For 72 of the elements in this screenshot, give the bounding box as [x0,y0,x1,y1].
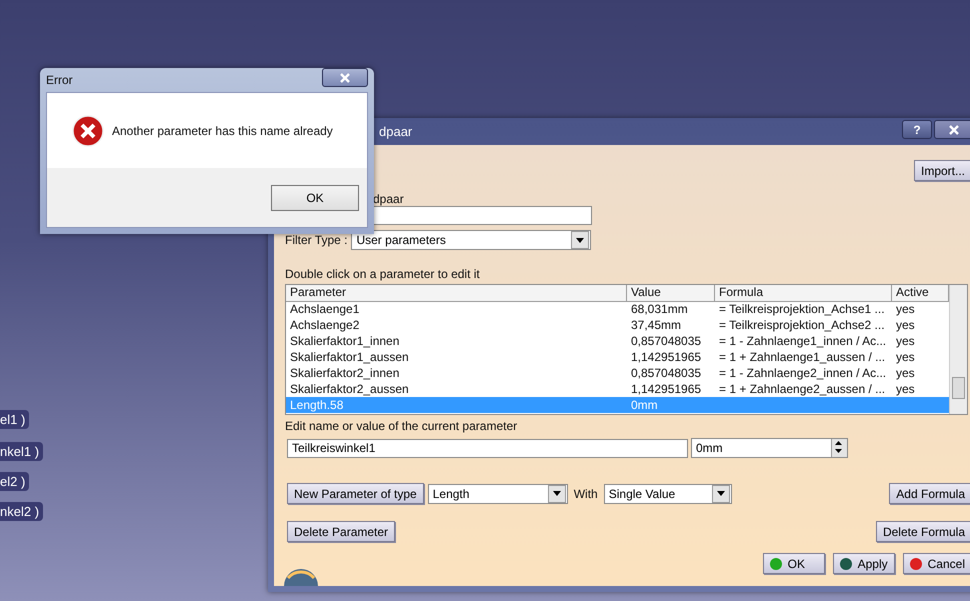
dialog-button[interactable]: OK [762,553,825,574]
table-cell-text: 37,45mm [630,317,682,333]
table-cell-text: yes [895,365,916,381]
canvas-label: nkel2 ) [0,502,44,521]
canvas-label: nkel1 ) [0,442,44,461]
error-message: Another parameter has this name already [112,124,333,138]
table-cell-text: = 1 + Zahnlaenge2_aussen / ... [718,381,886,397]
column-header[interactable]: Formula [715,285,892,302]
table-cell-text: yes [895,349,916,365]
table-row[interactable]: Skalierfaktor1_aussen 1,142951965 = 1 + Zahnlaenge1_aussen / ... yes [286,349,949,365]
table-cell-text: 68,031mm [630,301,689,317]
table-cell-text: Skalierfaktor2_innen [289,365,400,381]
table-cell-text: Length.58 [289,397,344,413]
edit-label: Edit name or value of the current parameter [285,419,518,433]
table-row[interactable]: Achslaenge2 37,45mm = Teilkreisprojektion_Achse2 ... yes [286,317,949,333]
table-cell-text: 1,142951965 [630,349,702,365]
table-cell-text: = 1 - Zahnlaenge2_innen / Ac... [718,365,888,381]
type-dropdown[interactable]: Length [428,484,568,504]
table-cell-text: yes [895,317,916,333]
value-type-dropdown[interactable]: Single Value [604,484,732,504]
table-cell-text: 0,857048035 [630,333,702,349]
dialog-button[interactable]: Cancel [902,553,970,574]
column-header[interactable]: Active [892,285,949,302]
import-button[interactable]: Import... [914,160,970,181]
close-icon [340,72,350,82]
parameter-name-field[interactable]: Teilkreiswinkel1 [287,438,688,458]
column-header[interactable]: Value [627,285,715,302]
canvas-label: el2 ) [0,472,30,491]
caret-icon [552,491,561,496]
window-title: dpaar [379,124,412,139]
table-row[interactable]: Skalierfaktor1_innen 0,857048035 = 1 - Zahnlaenge1_innen / Ac... yes [286,333,949,349]
caret-icon [716,491,725,496]
table-cell-text: Achslaenge1 [289,301,360,317]
new-parameter-button[interactable]: New Parameter of type [287,483,424,504]
close-button[interactable] [934,120,970,139]
table-cell-text: Skalierfaktor2_aussen [289,381,410,397]
table-row[interactable]: Skalierfaktor2_innen 0,857048035 = 1 - Zahnlaenge2_innen / Ac... yes [286,365,949,381]
table-cell-text: = 1 - Zahnlaenge1_innen / Ac... [718,333,888,349]
table-cell-text: = Teilkreisprojektion_Achse1 ... [718,301,886,317]
column-header[interactable]: Parameter [286,285,627,302]
delete-parameter-button[interactable]: Delete Parameter [287,521,396,542]
filter-dropdown[interactable]: User parameters [351,230,592,250]
table-cell-text: yes [895,333,916,349]
close-button[interactable] [322,68,368,87]
table-cell-text: 0mm [630,397,659,413]
value-spinner[interactable]: 0mm [691,438,848,458]
table-cell-text: yes [895,301,916,317]
dialog-title: Error [46,73,73,87]
close-icon [949,124,959,134]
ok-button[interactable]: OK [271,184,359,210]
scrollbar[interactable] [949,285,967,414]
table-cell-text: Skalierfaktor1_innen [289,333,400,349]
table-row[interactable]: Achslaenge1 68,031mm = Teilkreisprojektion_Achse1 ... yes [286,301,949,317]
table-cell-text: = Teilkreisprojektion_Achse2 ... [718,317,886,333]
dialog-button[interactable]: Apply [832,553,895,574]
table-cell-text: yes [895,381,916,397]
filter-label: Filter Type : [285,233,348,247]
name-label: dpaar [373,192,404,206]
table-row[interactable]: Skalierfaktor2_aussen 1,142951965 = 1 + Zahnlaenge2_aussen / ... yes [286,381,949,397]
add-formula-button[interactable]: Add Formula [889,483,970,504]
help-button[interactable]: ? [902,120,932,139]
table-cell-text: Achslaenge2 [289,317,360,333]
table-cell-text: 0,857048035 [630,365,702,381]
caret-icon [576,238,584,242]
list-hint: Double click on a parameter to edit it [285,267,480,281]
canvas-label: el1 ) [0,410,30,429]
table-cell-text: 1,142951965 [630,381,702,397]
error-icon [72,114,104,146]
table-cell-text: = 1 + Zahnlaenge1_aussen / ... [718,349,886,365]
with-label: With [574,486,598,500]
delete-formula-button[interactable]: Delete Formula [876,521,970,542]
table-cell-text: Skalierfaktor1_aussen [289,349,410,365]
